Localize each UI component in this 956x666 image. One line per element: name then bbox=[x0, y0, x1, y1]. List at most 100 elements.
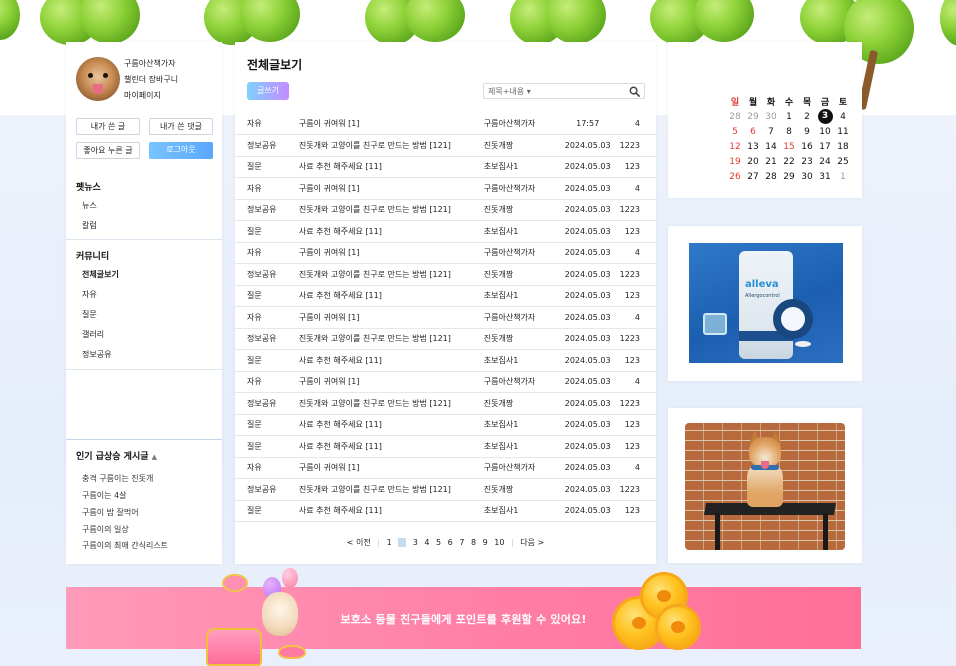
avatar[interactable] bbox=[76, 57, 120, 101]
sidebar-item-column[interactable]: 칼럼 bbox=[82, 220, 97, 231]
ad-banner-dog-photo[interactable] bbox=[668, 408, 862, 563]
table-row[interactable]: 정보공유 진돗개와 고양이를 친구로 만드는 방법 [121] 진돗개짱 2024.0… bbox=[235, 478, 656, 501]
calendar-day[interactable]: 14 bbox=[762, 139, 780, 154]
calendar-day[interactable]: 1 bbox=[834, 169, 852, 184]
post-title[interactable]: 사료 추천 해주세요 [11] bbox=[298, 156, 484, 178]
liked-posts-button[interactable]: 좋아요 누른 글 bbox=[76, 142, 140, 159]
mypage-link[interactable]: 마이페이지 bbox=[124, 90, 161, 101]
post-title[interactable]: 사료 추천 해주세요 [11] bbox=[298, 285, 484, 307]
calendar-day[interactable]: 6 bbox=[744, 124, 762, 139]
post-title[interactable]: 진돗개와 고양이를 친구로 만드는 방법 [121] bbox=[298, 392, 484, 415]
petnews-section-title[interactable]: 펫뉴스 bbox=[76, 180, 101, 193]
logout-button[interactable]: 로그아웃 bbox=[149, 142, 213, 159]
next-page-button[interactable]: 다음 > bbox=[520, 537, 544, 548]
table-row[interactable]: 정보공유 진돗개와 고양이를 친구로 만드는 방법 [121] 진돗개짱 2024.0… bbox=[235, 134, 656, 157]
calendar-day[interactable]: 28 bbox=[726, 109, 744, 124]
table-row[interactable]: 자유 구름이 귀여워 [1] 구름아산책가자 2024.05.03 4 bbox=[235, 242, 656, 264]
table-row[interactable]: 질문 사료 추천 해주세요 [11] 초보집사1 2024.05.03 123 bbox=[235, 349, 656, 372]
ad-banner-dogfood[interactable]: alleva Allergocontrol bbox=[668, 226, 862, 381]
my-posts-button[interactable]: 내가 쓴 글 bbox=[76, 118, 140, 135]
calendar-day[interactable]: 30 bbox=[762, 109, 780, 124]
calendar-day[interactable]: 24 bbox=[816, 154, 834, 169]
table-row[interactable]: 자유 구름이 귀여워 [1] 구름아산책가자 2024.05.03 4 bbox=[235, 177, 656, 200]
table-row[interactable]: 질문 사료 추천 해주세요 [11] 초보집사1 2024.05.03 123 bbox=[235, 414, 656, 436]
sidebar-item-gallery[interactable]: 갤러리 bbox=[82, 329, 104, 340]
calendar-day[interactable]: 27 bbox=[744, 169, 762, 184]
table-row[interactable]: 자유 구름이 귀여워 [1] 구름아산책가자 2024.05.03 4 bbox=[235, 306, 656, 329]
page-number[interactable]: 1 bbox=[387, 538, 392, 547]
calendar-day[interactable]: 31 bbox=[816, 169, 834, 184]
table-row[interactable]: 질문 사료 추천 해주세요 [11] 초보집사1 2024.05.03 123 bbox=[235, 285, 656, 307]
calendar-day[interactable]: 25 bbox=[834, 154, 852, 169]
prev-page-button[interactable]: < 이전 bbox=[347, 537, 371, 548]
search-type-select[interactable]: 제목+내용 ▾ bbox=[488, 86, 531, 97]
calendar-day[interactable]: 11 bbox=[834, 124, 852, 139]
calendar-day[interactable]: 28 bbox=[762, 169, 780, 184]
calendar-day[interactable]: 21 bbox=[762, 154, 780, 169]
calendar-day[interactable]: 10 bbox=[816, 124, 834, 139]
page-number[interactable]: 8 bbox=[471, 538, 476, 547]
calendar-day[interactable]: 29 bbox=[780, 169, 798, 184]
page-number[interactable]: 3 bbox=[413, 538, 418, 547]
table-row[interactable]: 질문 사료 추천 해주세요 [11] 초보집사1 2024.05.03 123 bbox=[235, 156, 656, 178]
calendar-day[interactable]: 15 bbox=[780, 139, 798, 154]
table-row[interactable]: 질문 사료 추천 해주세요 [11] 초보집사1 2024.05.03 123 bbox=[235, 220, 656, 243]
banner-text[interactable]: 보호소 동물 친구들에게 포인트를 후원할 수 있어요! bbox=[66, 611, 861, 627]
post-title[interactable]: 진돗개와 고양이를 친구로 만드는 방법 [121] bbox=[298, 134, 484, 157]
table-row[interactable]: 자유 구름이 귀여워 [1] 구름아산책가자 2024.05.03 4 bbox=[235, 457, 656, 479]
profile-subtitle[interactable]: 챌린더 장바구니 bbox=[124, 74, 178, 85]
post-title[interactable]: 진돗개와 고양이를 친구로 만드는 방법 [121] bbox=[298, 263, 484, 286]
calendar-day[interactable]: 8 bbox=[780, 124, 798, 139]
hot-post-item[interactable]: 구름이의 최애 간식리스트 bbox=[82, 540, 168, 551]
page-number[interactable]: 9 bbox=[483, 538, 488, 547]
calendar-day[interactable]: 26 bbox=[726, 169, 744, 184]
calendar-day[interactable]: 3 bbox=[816, 109, 834, 124]
hot-post-item[interactable]: 구름이의 일상 bbox=[82, 524, 129, 535]
calendar-day[interactable]: 23 bbox=[798, 154, 816, 169]
page-number[interactable]: 5 bbox=[436, 538, 441, 547]
post-title[interactable]: 구름이 귀여워 [1] bbox=[298, 177, 484, 200]
page-number[interactable]: 6 bbox=[448, 538, 453, 547]
post-title[interactable]: 구름이 귀여워 [1] bbox=[298, 113, 484, 135]
post-title[interactable]: 구름이 귀여워 [1] bbox=[298, 371, 484, 393]
table-row[interactable]: 자유 구름이 귀여워 [1] 구름아산책가자 17:57 4 bbox=[235, 113, 656, 135]
calendar-day[interactable]: 29 bbox=[744, 109, 762, 124]
community-section-title[interactable]: 커뮤니티 bbox=[76, 249, 109, 262]
calendar-today[interactable]: 3 bbox=[817, 109, 833, 124]
search-input[interactable] bbox=[540, 85, 624, 97]
table-row[interactable]: 정보공유 진돗개와 고양이를 친구로 만드는 방법 [121] 진돗개짱 2024.0… bbox=[235, 263, 656, 286]
ad-image[interactable]: alleva Allergocontrol bbox=[689, 243, 843, 363]
calendar-day[interactable]: 13 bbox=[744, 139, 762, 154]
post-title[interactable]: 사료 추천 해주세요 [11] bbox=[298, 500, 484, 522]
post-title[interactable]: 진돗개와 고양이를 친구로 만드는 방법 [121] bbox=[298, 328, 484, 350]
calendar-day[interactable]: 7 bbox=[762, 124, 780, 139]
calendar-day[interactable]: 30 bbox=[798, 169, 816, 184]
donation-banner[interactable]: 보호소 동물 친구들에게 포인트를 후원할 수 있어요! bbox=[66, 587, 861, 649]
sidebar-item-all-posts[interactable]: 전체글보기 bbox=[82, 269, 119, 280]
post-title[interactable]: 진돗개와 고양이를 친구로 만드는 방법 [121] bbox=[298, 478, 484, 501]
sidebar-item-news[interactable]: 뉴스 bbox=[82, 200, 97, 211]
calendar-day[interactable]: 18 bbox=[834, 139, 852, 154]
post-title[interactable]: 사료 추천 해주세요 [11] bbox=[298, 349, 484, 372]
hot-post-item[interactable]: 구름이 밤 잘먹어 bbox=[82, 507, 139, 518]
table-row[interactable]: 질문 사료 추천 해주세요 [11] 초보집사1 2024.05.03 123 bbox=[235, 435, 656, 458]
calendar-day[interactable]: 20 bbox=[744, 154, 762, 169]
post-title[interactable]: 구름이 귀여워 [1] bbox=[298, 242, 484, 264]
calendar-day[interactable]: 1 bbox=[780, 109, 798, 124]
post-title[interactable]: 사료 추천 해주세요 [11] bbox=[298, 414, 484, 436]
post-title[interactable]: 사료 추천 해주세요 [11] bbox=[298, 435, 484, 458]
page-number[interactable]: 4 bbox=[424, 538, 429, 547]
table-row[interactable]: 정보공유 진돗개와 고양이를 친구로 만드는 방법 [121] 진돗개짱 2024.0… bbox=[235, 328, 656, 350]
search-icon[interactable] bbox=[629, 86, 640, 97]
write-button[interactable]: 글쓰기 bbox=[247, 82, 289, 100]
calendar-day[interactable]: 22 bbox=[780, 154, 798, 169]
page-number[interactable]: 7 bbox=[459, 538, 464, 547]
calendar-day[interactable]: 9 bbox=[798, 124, 816, 139]
post-title[interactable]: 구름이 귀여워 [1] bbox=[298, 457, 484, 479]
calendar-day[interactable]: 12 bbox=[726, 139, 744, 154]
hot-post-item[interactable]: 충격 구름이는 진돗개 bbox=[82, 473, 153, 484]
sidebar-item-question[interactable]: 질문 bbox=[82, 309, 97, 320]
calendar-day[interactable]: 4 bbox=[834, 109, 852, 124]
dog-photo[interactable] bbox=[685, 423, 845, 550]
current-page[interactable] bbox=[398, 538, 407, 547]
